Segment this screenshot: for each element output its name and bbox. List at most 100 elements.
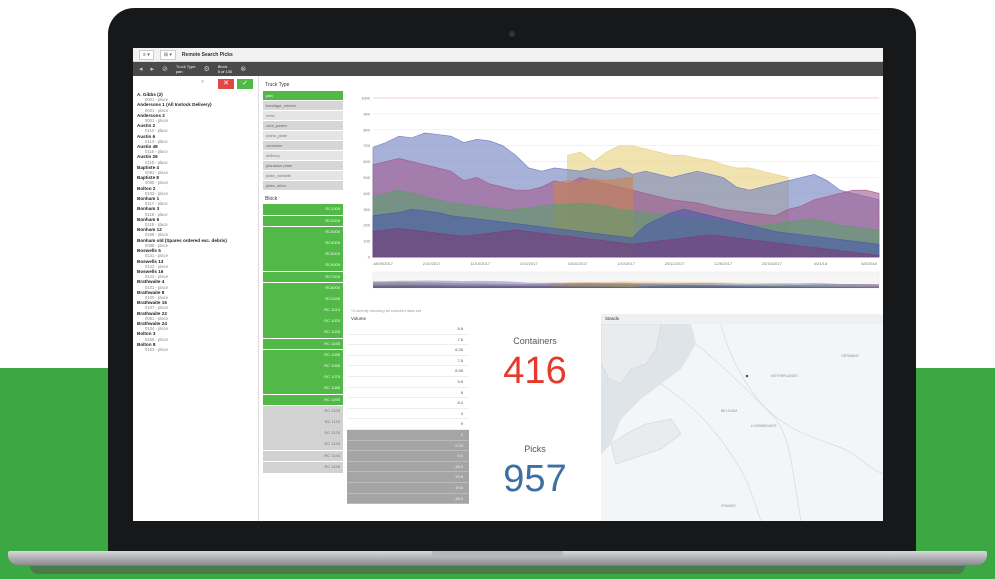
table-row[interactable]: 8.8 xyxy=(347,324,469,335)
block-option[interactable]: RC5005 xyxy=(263,249,343,260)
table-row[interactable]: 49.8 xyxy=(347,472,469,483)
block-option[interactable]: RC6005 xyxy=(263,260,343,272)
block-option[interactable]: RC1005 xyxy=(263,204,343,216)
block-option[interactable]: RC7005 xyxy=(263,271,343,283)
list-item[interactable]: Austin 6 0114 - place xyxy=(133,134,258,144)
list-item[interactable]: Bonham 12 0168 - place xyxy=(133,227,258,237)
menu-button[interactable]: ≡ ▾ xyxy=(139,49,154,60)
table-row[interactable]: 9 xyxy=(347,419,469,430)
block-option[interactable]: RC 1065 xyxy=(263,361,343,372)
table-row[interactable]: 48.0 xyxy=(347,461,469,473)
list-item[interactable]: Bonham 3 0118 - place xyxy=(133,206,258,216)
list-item[interactable]: A. Gibbs (2) 0001 - place xyxy=(133,92,258,102)
table-row[interactable]: 7.6 xyxy=(347,335,469,346)
truck-type-option[interactable]: plate_variable xyxy=(263,170,343,180)
x-tick-label: 12/6/2017 xyxy=(714,261,733,266)
list-item[interactable]: Baptiste 4 0081 - place xyxy=(133,165,258,175)
block-option[interactable]: RC 1025 xyxy=(263,316,343,328)
list-item[interactable]: Andersons 1 (All Instock Delivery) 0001 -… xyxy=(133,102,258,112)
x-tick-label: 1/10/2017 xyxy=(520,261,539,266)
table-row[interactable]: 7.8 xyxy=(347,356,469,367)
block-option[interactable]: RC 1095 xyxy=(263,394,343,406)
block-option[interactable]: RC4005 xyxy=(263,237,343,249)
block-option[interactable]: RC 1125 xyxy=(263,428,343,439)
block-option[interactable]: RC3005 xyxy=(263,226,343,238)
list-item[interactable]: Brathwaite 22 0081 - place xyxy=(133,311,258,321)
block-option[interactable]: RC8005 xyxy=(263,282,343,294)
block-option[interactable]: RC 1155 xyxy=(263,461,343,473)
truck-type-option[interactable]: container xyxy=(263,140,343,150)
list-item[interactable]: Boswells 13 0142 - place xyxy=(133,259,258,269)
table-row[interactable]: 9.8 xyxy=(347,377,469,388)
block-option[interactable]: RC 1145 xyxy=(263,450,343,462)
search-icon[interactable]: ⌕ xyxy=(201,79,209,87)
truck-type-option[interactable]: cont_poster xyxy=(263,120,343,130)
y-tick-label: 200 xyxy=(363,223,370,228)
table-row[interactable]: 8 xyxy=(347,388,469,399)
back-icon[interactable]: ◂ xyxy=(139,65,143,73)
list-item[interactable]: Andersons 2 0001 - place xyxy=(133,113,258,123)
block-option[interactable]: RC 1055 xyxy=(263,349,343,361)
table-row[interactable]: 9.0 xyxy=(347,451,469,462)
x-tick-label: 4/24/18 xyxy=(814,261,828,266)
map-label: FRANCE xyxy=(721,504,736,508)
list-item[interactable]: Baptiste 8 0080 - place xyxy=(133,175,258,185)
block-option[interactable]: RC 1035 xyxy=(263,327,343,339)
block-option[interactable]: RC 1135 xyxy=(263,439,343,451)
selection-truck-type[interactable]: Truck Type pan xyxy=(176,64,196,74)
x-tick-label: 15/10/2017 xyxy=(567,261,588,266)
truck-type-option[interactable]: pan xyxy=(263,90,343,100)
clear-selections-icon[interactable]: ⊘ xyxy=(162,65,168,73)
confirm-selection-button[interactable]: ✓ xyxy=(237,79,253,89)
truck-type-option[interactable]: crane_plate xyxy=(263,130,343,140)
list-item[interactable]: Brathwaite 16 0107 - place xyxy=(133,300,258,310)
map-panel[interactable]: Stands GERMANY FRANCE BELGIUM LUXEMBOURG NET… xyxy=(601,314,883,521)
list-item[interactable]: Bonham 1 0117 - place xyxy=(133,196,258,206)
block-option[interactable]: RC 1075 xyxy=(263,372,343,383)
table-row[interactable]: 4 xyxy=(347,429,469,441)
block-option[interactable]: RC1035 xyxy=(263,293,343,305)
truck-type-option[interactable]: delivery xyxy=(263,150,343,160)
block-option[interactable]: RC 1015 xyxy=(263,305,343,316)
list-item[interactable]: Bonham old (Spares ordered exc. debris) 0… xyxy=(133,238,258,248)
table-row[interactable]: 4 xyxy=(347,409,469,420)
truck-type-option[interactable]: plate_other xyxy=(263,180,343,190)
list-item[interactable]: Austin 26 0116 - place xyxy=(133,154,258,164)
table-row[interactable]: 49.8 xyxy=(347,482,469,494)
cancel-selection-button[interactable]: ✕ xyxy=(218,79,234,89)
x-tick-label: 20/11/2017 xyxy=(665,261,685,266)
block-option[interactable]: RC 1085 xyxy=(263,383,343,395)
table-row[interactable]: 8.4 xyxy=(347,398,469,409)
area-chart-svg[interactable]: 0 100 200 300 400 500 600 700 800 900 1000 18/09/20… xyxy=(347,76,883,306)
list-item[interactable]: Austin 2 0113 - place xyxy=(133,123,258,133)
table-row[interactable]: 9.03 xyxy=(347,440,469,452)
truck-type-option[interactable]: bandage_stretch xyxy=(263,100,343,110)
list-item[interactable]: Austin 48 0115 - place xyxy=(133,144,258,154)
y-tick-label: 100 xyxy=(363,239,370,244)
map-point[interactable] xyxy=(745,374,749,378)
truck-type-option[interactable]: plantaion plate xyxy=(263,160,343,170)
list-item[interactable]: Boswells 16 0143 - place xyxy=(133,269,258,279)
list-item[interactable]: Bolton 2 0102 - place xyxy=(133,186,258,196)
truck-type-option[interactable]: crew xyxy=(263,110,343,120)
block-option[interactable]: RC 1045 xyxy=(263,338,343,350)
forward-icon[interactable]: ▸ xyxy=(151,65,155,73)
table-row[interactable]: 6.26 xyxy=(347,345,469,356)
list-item[interactable]: Bolton 8 0153 - place xyxy=(133,342,258,352)
list-item[interactable]: Brathwaite 4 0101 - place xyxy=(133,279,258,289)
list-item[interactable]: Brathwaite 8 0100 - place xyxy=(133,290,258,300)
sheet-selector-button[interactable]: ⊞ ▾ xyxy=(159,49,176,60)
selection-block[interactable]: Block 5 of 130 xyxy=(218,64,232,74)
block-option[interactable]: RC2005 xyxy=(263,215,343,227)
list-item[interactable]: Bolton 3 0166 - place xyxy=(133,331,258,341)
block-option[interactable]: RC 1115 xyxy=(263,416,343,428)
list-item[interactable]: Bonham 5 0119 - place xyxy=(133,217,258,227)
table-row[interactable]: 48.0 xyxy=(347,493,469,505)
block-option[interactable]: RC 1105 xyxy=(263,405,343,417)
x-tick-label: 1/10/2017 xyxy=(617,261,636,266)
lock-icon[interactable]: ⚙ xyxy=(203,65,209,73)
table-row[interactable]: 6.95 xyxy=(347,366,469,377)
list-item[interactable]: Boswells 5 0141 - place xyxy=(133,248,258,258)
remove-selection-icon[interactable]: ⊗ xyxy=(240,65,246,73)
list-item[interactable]: Brathwaite 24 0104 - place xyxy=(133,321,258,331)
